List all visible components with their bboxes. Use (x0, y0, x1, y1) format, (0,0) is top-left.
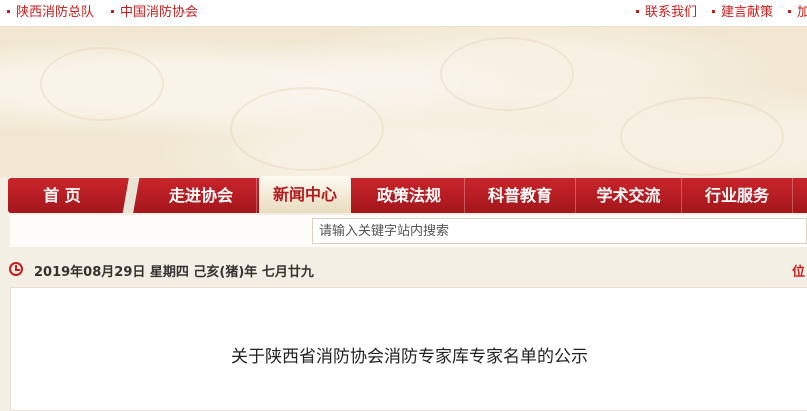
nav-science-education[interactable]: 科普教育 (465, 178, 576, 213)
nav-about[interactable]: 走进协会 (146, 178, 257, 213)
bullet-icon (111, 10, 114, 13)
nav-home[interactable]: 首 页 (8, 178, 116, 213)
nav-divider (116, 178, 146, 213)
top-bar: 陕西消防总队 中国消防协会 联系我们 建言献策 加 (0, 0, 807, 27)
search-input[interactable] (312, 218, 807, 244)
link-label: 中国消防协会 (120, 5, 199, 20)
link-join[interactable]: 加 (788, 0, 807, 26)
banner-pattern (230, 87, 384, 171)
search-bar (10, 215, 807, 247)
nav-industry-service[interactable]: 行业服务 (682, 178, 793, 213)
link-shaanxi-fire-brigade[interactable]: 陕西消防总队 (7, 0, 94, 26)
link-contact-us[interactable]: 联系我们 (636, 0, 697, 26)
bullet-icon (636, 10, 639, 13)
bullet-icon (712, 10, 715, 13)
link-suggestions[interactable]: 建言献策 (712, 0, 773, 26)
main-nav: 首 页 走进协会 新闻中心 政策法规 科普教育 学术交流 行业服务 (8, 176, 807, 213)
header-banner (0, 27, 807, 177)
location-label: 位 (792, 265, 806, 280)
article-title: 关于陕西省消防协会消防专家库专家名单的公示 (231, 347, 588, 367)
banner-pattern (40, 47, 164, 121)
link-label: 建言献策 (721, 5, 774, 20)
banner-pattern (440, 37, 574, 111)
nav-news-center[interactable]: 新闻中心 (259, 176, 351, 213)
link-china-fire-association[interactable]: 中国消防协会 (111, 0, 198, 26)
bullet-icon (788, 10, 791, 13)
link-label: 陕西消防总队 (16, 5, 95, 20)
article-panel: 关于陕西省消防协会消防专家库专家名单的公示 (10, 287, 807, 411)
current-date: 2019年08月29日 星期四 己亥(猪)年 七月廿九 (34, 265, 314, 280)
link-label: 加 (797, 5, 807, 20)
nav-policies[interactable]: 政策法规 (354, 178, 465, 213)
clock-icon (9, 262, 23, 276)
nav-academic-exchange[interactable]: 学术交流 (576, 178, 682, 213)
bullet-icon (7, 10, 10, 13)
banner-pattern (620, 97, 784, 176)
link-label: 联系我们 (645, 5, 698, 20)
date-row: 2019年08月29日 星期四 己亥(猪)年 七月廿九 位 (0, 258, 807, 282)
